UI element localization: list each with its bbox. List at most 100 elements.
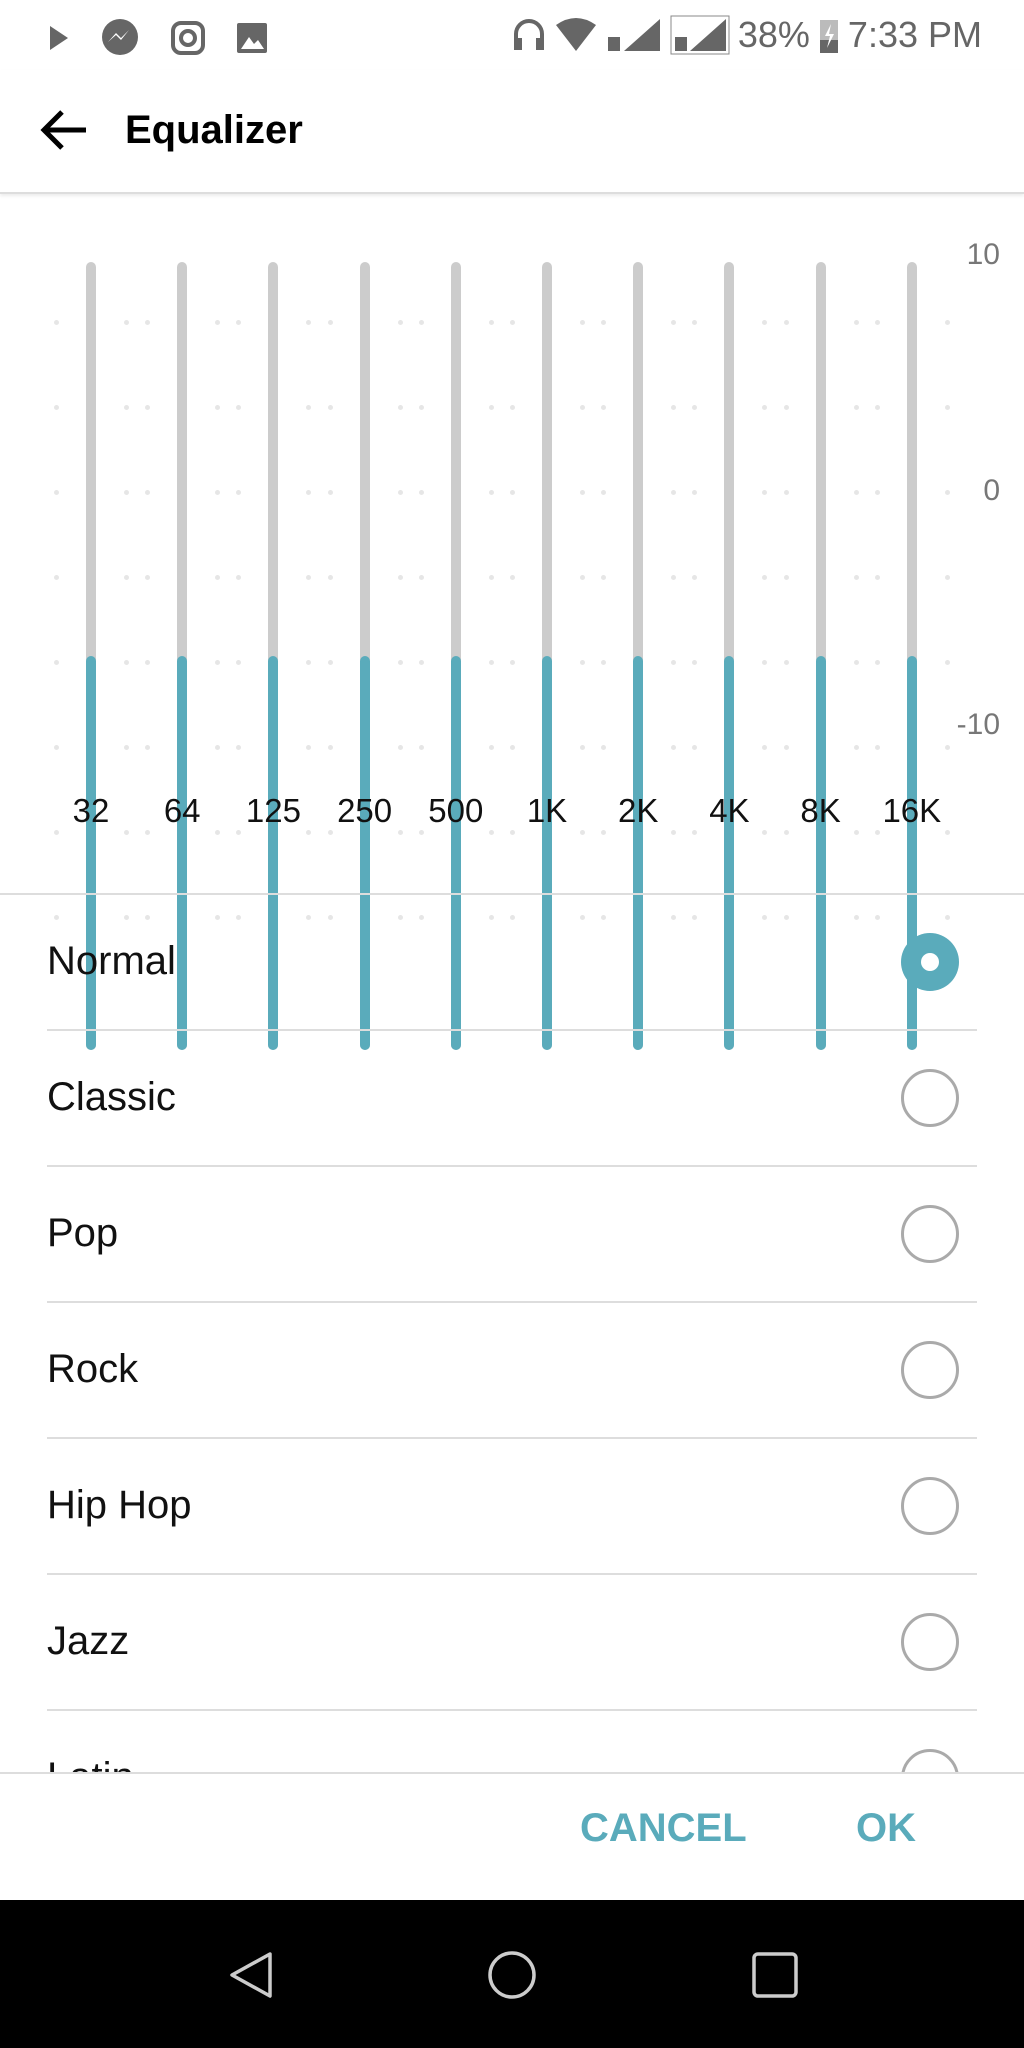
- cancel-button[interactable]: CANCEL: [580, 1806, 747, 1851]
- ok-button[interactable]: OK: [856, 1806, 916, 1851]
- grid-dot: [124, 745, 129, 750]
- grid-dot: [692, 490, 698, 495]
- grid-dot: [327, 660, 333, 665]
- grid-dot: [762, 490, 768, 495]
- grid-dot: [783, 745, 789, 750]
- radio-button[interactable]: [901, 1613, 959, 1671]
- grid-dot: [692, 575, 698, 580]
- grid-dot: [397, 575, 403, 580]
- grid-dot: [124, 405, 129, 410]
- grid-dot: [671, 575, 677, 580]
- grid-dot: [145, 660, 151, 665]
- grid-dot: [510, 660, 515, 665]
- home-circle-icon[interactable]: [487, 1950, 537, 2000]
- grid-dot: [762, 660, 768, 665]
- grid-dot: [762, 405, 768, 410]
- grid-dot: [236, 320, 242, 325]
- grid-dot: [306, 830, 312, 835]
- grid-dot: [306, 660, 312, 665]
- grid-dot: [397, 660, 403, 665]
- arrow-left-icon[interactable]: [36, 102, 92, 158]
- grid-dot: [580, 405, 585, 410]
- grid-dot: [671, 745, 677, 750]
- clock: 7:33 PM: [847, 14, 982, 55]
- preset-label: Rock: [47, 1347, 139, 1391]
- grid-dot: [510, 830, 515, 835]
- grid-dot: [580, 490, 585, 495]
- grid-dot: [783, 660, 789, 665]
- grid-dot: [327, 575, 333, 580]
- grid-dot: [874, 660, 880, 665]
- grid-dot: [783, 490, 789, 495]
- grid-dot: [944, 490, 950, 495]
- preset-item[interactable]: Hip Hop: [47, 1439, 977, 1575]
- y-label-zero: 0: [983, 474, 1000, 507]
- grid-dot: [124, 575, 129, 580]
- preset-item[interactable]: Jazz: [47, 1575, 977, 1711]
- grid-dot: [124, 830, 129, 835]
- preset-list[interactable]: Normal Classic Pop Rock Hip Hop Jazz Latin: [0, 895, 1024, 1772]
- grid-dot: [601, 320, 607, 325]
- preset-item[interactable]: Normal: [47, 895, 977, 1031]
- grid-dot: [488, 745, 494, 750]
- back-triangle-icon[interactable]: [226, 1950, 276, 2000]
- grid-dot: [236, 830, 242, 835]
- radio-button[interactable]: [901, 933, 959, 991]
- grid-dot: [874, 320, 880, 325]
- grid-dot: [874, 575, 880, 580]
- grid-dot: [145, 320, 151, 325]
- grid-dot: [306, 405, 312, 410]
- grid-dot: [510, 405, 515, 410]
- preset-item[interactable]: Latin: [47, 1711, 977, 1772]
- grid-dot: [124, 320, 129, 325]
- preset-item[interactable]: Pop: [47, 1167, 977, 1303]
- status-bar: 38% 7:33 PM: [0, 0, 1024, 70]
- grid-dot: [418, 575, 424, 580]
- grid-dot: [874, 490, 880, 495]
- grid-dot: [418, 320, 424, 325]
- grid-dot: [397, 490, 403, 495]
- grid-dot: [580, 660, 585, 665]
- y-label-min: -10: [956, 708, 1000, 741]
- grid-dot: [783, 830, 789, 835]
- radio-button[interactable]: [901, 1749, 959, 1772]
- grid-dot: [54, 745, 59, 750]
- grid-dot: [418, 745, 424, 750]
- navigation-bar: [0, 1900, 1024, 2048]
- grid-dot: [601, 405, 607, 410]
- grid-dot: [236, 660, 242, 665]
- preset-item[interactable]: Rock: [47, 1303, 977, 1439]
- grid-dot: [306, 575, 312, 580]
- band-frequency-label: 125: [245, 792, 301, 829]
- preset-item[interactable]: Classic: [47, 1031, 977, 1167]
- grid-dot: [306, 745, 312, 750]
- grid-dot: [692, 660, 698, 665]
- grid-dot: [580, 745, 585, 750]
- band-frequency-label: 500: [428, 792, 484, 829]
- grid-dot: [580, 575, 585, 580]
- grid-dot: [692, 830, 698, 835]
- grid-dot: [327, 745, 333, 750]
- radio-button[interactable]: [901, 1205, 959, 1263]
- grid-dot: [54, 490, 59, 495]
- grid-dot: [327, 405, 333, 410]
- radio-button[interactable]: [901, 1069, 959, 1127]
- signal-sim1-icon: [607, 19, 660, 51]
- radio-button[interactable]: [901, 1341, 959, 1399]
- page-title: Equalizer: [125, 108, 303, 152]
- grid-dot: [397, 745, 403, 750]
- grid-dot: [601, 830, 607, 835]
- grid-dot: [601, 660, 607, 665]
- grid-dot: [671, 660, 677, 665]
- radio-button[interactable]: [901, 1477, 959, 1535]
- app-bar: Equalizer: [0, 70, 1024, 194]
- grid-dot: [580, 830, 585, 835]
- grid-dot: [853, 320, 859, 325]
- preset-label: Pop: [47, 1211, 119, 1255]
- band-frequency-label: 16K: [882, 792, 942, 829]
- grid-dot: [762, 745, 768, 750]
- grid-dot: [54, 660, 59, 665]
- band-frequency-label: 2K: [618, 792, 659, 829]
- recents-square-icon[interactable]: [750, 1950, 800, 2000]
- grid-dot: [853, 830, 859, 835]
